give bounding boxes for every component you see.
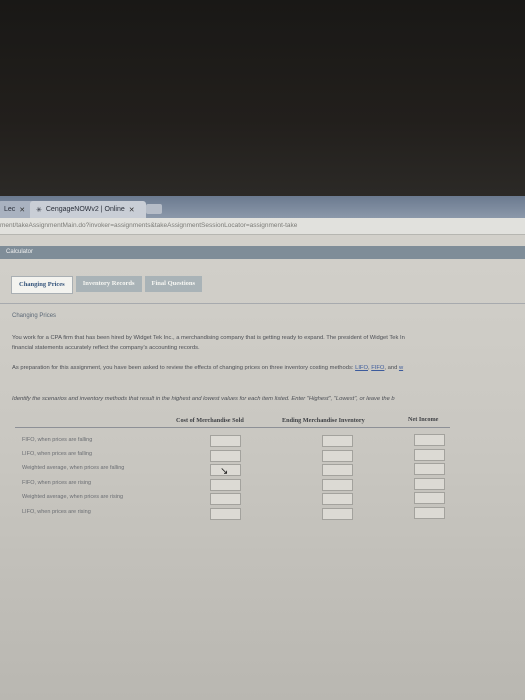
cogs-input[interactable]: [210, 493, 241, 505]
close-icon[interactable]: ✕: [19, 206, 25, 214]
table-row-label: Weighted average, when prices are rising: [22, 494, 124, 500]
assignment-page: Changing Prices Inventory Records Final …: [0, 259, 525, 700]
weighted-average-link[interactable]: w: [399, 365, 403, 371]
address-bar[interactable]: ment/takeAssignmentMain.do?invoker=assig…: [0, 218, 525, 235]
net-income-input[interactable]: [414, 492, 445, 504]
tab-label: Lec: [4, 206, 16, 213]
new-tab-button[interactable]: [146, 204, 162, 214]
mouse-cursor-icon: ↘: [220, 466, 229, 477]
prep-paragraph: As preparation for this assignment, you …: [12, 365, 404, 371]
ending-inventory-input[interactable]: [322, 493, 353, 505]
prep-text: As preparation for this assignment, you …: [12, 365, 354, 371]
section-title: Changing Prices: [12, 313, 57, 319]
instructions: Identify the scenarios and inventory met…: [12, 396, 395, 402]
fifo-link[interactable]: FIFO: [371, 365, 384, 371]
browser-tab-cengage[interactable]: ✳ CengageNOWv2 | Online ✕: [30, 201, 146, 218]
lifo-link[interactable]: LIFO: [355, 365, 368, 371]
tab-changing-prices[interactable]: Changing Prices: [11, 276, 73, 294]
net-income-input[interactable]: [414, 507, 445, 519]
net-income-input[interactable]: [414, 449, 445, 461]
net-income-input[interactable]: [414, 434, 445, 446]
browser-tab-bar: Lec ✕ ✳ CengageNOWv2 | Online ✕: [0, 196, 525, 218]
assignment-tabs: Changing Prices Inventory Records Final …: [11, 276, 203, 294]
net-income-input[interactable]: [414, 478, 445, 490]
calculator-button[interactable]: Calculator: [0, 249, 33, 255]
url-text: ment/takeAssignmentMain.do?invoker=assig…: [0, 222, 298, 229]
content-panel: Changing Prices You work for a CPA firm …: [0, 303, 525, 700]
header-net-income: Net Income: [408, 416, 439, 423]
header-cogs: Cost of Merchandise Sold: [176, 417, 244, 424]
header-ending-inventory: Ending Merchandise Inventory: [282, 417, 365, 424]
ending-inventory-input[interactable]: [322, 464, 353, 476]
toolbar-strip: Calculator: [0, 246, 525, 259]
table-row-label: Weighted average, when prices are fallin…: [22, 465, 125, 471]
cogs-input[interactable]: [210, 450, 241, 462]
tab-label: CengageNOWv2 | Online: [45, 206, 125, 213]
cengage-logo-icon: ✳: [36, 206, 42, 214]
table-row-label: FIFO, when prices are falling: [22, 437, 93, 443]
ending-inventory-input[interactable]: [322, 508, 353, 520]
intro-line-1: You work for a CPA firm that has been hi…: [12, 335, 405, 341]
cogs-input[interactable]: [210, 479, 241, 491]
tab-final-questions[interactable]: Final Questions: [144, 276, 203, 292]
ending-inventory-input[interactable]: [322, 479, 353, 491]
cogs-input[interactable]: [210, 508, 241, 520]
browser-window: Lec ✕ ✳ CengageNOWv2 | Online ✕ ment/tak…: [0, 196, 525, 700]
table-row-label: LIFO, when prices are falling: [22, 451, 93, 457]
close-icon[interactable]: ✕: [129, 206, 135, 214]
intro-line-2: financial statements accurately reflect …: [12, 345, 200, 351]
cogs-input[interactable]: [210, 435, 241, 447]
table-header-divider: [15, 427, 450, 428]
table-row-label: FIFO, when prices are rising: [22, 480, 92, 486]
ending-inventory-input[interactable]: [322, 450, 353, 462]
tab-inventory-records[interactable]: Inventory Records: [75, 276, 142, 292]
ending-inventory-input[interactable]: [322, 435, 353, 447]
dark-background: [0, 0, 525, 200]
table-row-label: LIFO, when prices are rising: [22, 509, 91, 515]
and-text: , and: [384, 365, 398, 371]
net-income-input[interactable]: [414, 463, 445, 475]
